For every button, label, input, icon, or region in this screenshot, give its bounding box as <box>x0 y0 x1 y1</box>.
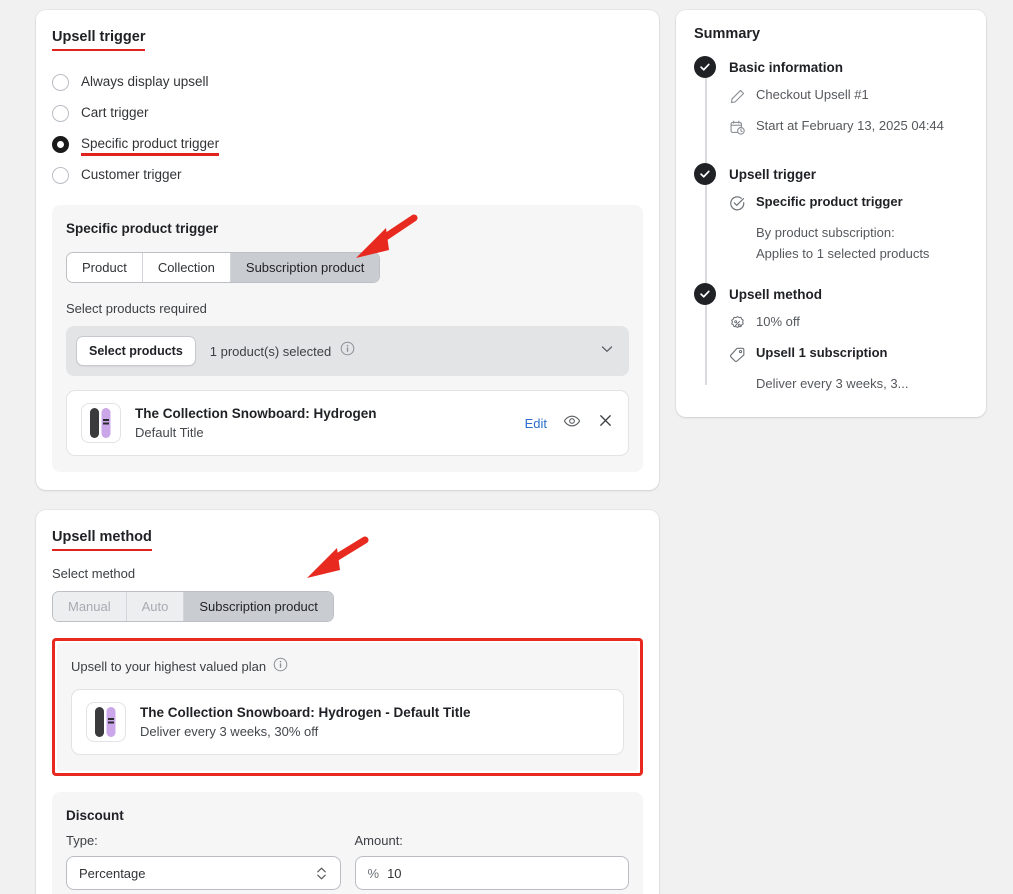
summary-group-label: Upsell trigger <box>729 167 816 182</box>
upsell-trigger-card: Upsell trigger Always display upsell Car… <box>36 10 659 490</box>
calendar-clock-icon <box>729 119 747 141</box>
radio-option-always-display-upsell[interactable]: Always display upsell <box>52 68 643 96</box>
select-chevron-icon[interactable] <box>315 865 328 882</box>
chevron-down-icon[interactable] <box>599 341 615 362</box>
discount-type-field: Type: Percentage <box>66 833 341 890</box>
summary-row-text: Start at February 13, 2025 04:44 <box>756 118 944 133</box>
selected-product-row: The Collection Snowboard: Hydrogen Defau… <box>66 390 629 456</box>
product-thumbnail <box>81 403 121 443</box>
radio-indicator-selected[interactable] <box>52 136 69 153</box>
edit-product-link[interactable]: Edit <box>525 416 547 431</box>
product-text-block: The Collection Snowboard: Hydrogen Defau… <box>135 406 525 440</box>
highest-valued-plan-highlight: Upsell to your highest valued plan <box>52 638 643 776</box>
tab-manual[interactable]: Manual <box>53 592 127 621</box>
summary-group-upsell-trigger: Upsell trigger Specific produ <box>694 163 968 261</box>
discount-type-value: Percentage <box>79 866 146 881</box>
summary-row-text: Specific product trigger <box>756 194 903 209</box>
pencil-icon <box>729 88 747 110</box>
discount-badge-icon <box>729 315 747 337</box>
discount-amount-value: 10 <box>387 866 401 881</box>
summary-row: Upsell 1 subscription <box>729 345 968 368</box>
summary-group-basic-information: Basic information Checkout Upsell #1 <box>694 56 968 141</box>
panel-title: Specific product trigger <box>66 221 629 236</box>
radio-label: Always display upsell <box>81 74 209 91</box>
radio-option-specific-product-trigger[interactable]: Specific product trigger <box>52 130 643 158</box>
specific-product-trigger-panel: Specific product trigger Product Collect… <box>52 205 643 472</box>
plan-text-block: The Collection Snowboard: Hydrogen - Def… <box>140 705 609 739</box>
summary-row: Checkout Upsell #1 <box>729 87 968 110</box>
summary-row-text: Upsell 1 subscription <box>756 345 887 360</box>
radio-indicator[interactable] <box>52 167 69 184</box>
plan-details: Deliver every 3 weeks, 30% off <box>140 724 609 739</box>
tab-collection[interactable]: Collection <box>143 253 231 282</box>
summary-detail-text: By product subscription: <box>756 225 968 240</box>
check-circle-filled-icon <box>694 283 716 305</box>
discount-fields: Type: Percentage <box>66 833 629 890</box>
radio-indicator[interactable] <box>52 105 69 122</box>
radio-label: Cart trigger <box>81 105 149 122</box>
discount-title: Discount <box>66 808 629 823</box>
upsell-method-title: Upsell method <box>52 529 152 548</box>
check-circle-filled-icon <box>694 56 716 78</box>
remove-close-icon[interactable] <box>597 412 614 434</box>
select-products-button[interactable]: Select products <box>76 336 196 366</box>
select-products-bar[interactable]: Select products 1 product(s) selected <box>66 326 629 376</box>
page-root: Upsell trigger Always display upsell Car… <box>0 0 1013 894</box>
summary-row: 10% off <box>729 314 968 337</box>
plan-thumbnail <box>86 702 126 742</box>
percent-prefix: % <box>368 866 380 881</box>
plan-name: The Collection Snowboard: Hydrogen - Def… <box>140 705 609 720</box>
discount-panel: Discount Type: Percentage <box>52 792 643 894</box>
select-products-required-label: Select products required <box>66 301 629 316</box>
product-row-actions: Edit <box>525 412 614 435</box>
radio-label: Specific product trigger <box>81 136 219 153</box>
upsell-trigger-title: Upsell trigger <box>52 29 145 48</box>
summary-group-upsell-method: Upsell method <box>694 283 968 391</box>
summary-column: Summary Basic information <box>676 10 986 437</box>
summary-detail-text: Applies to 1 selected products <box>756 246 968 261</box>
discount-amount-field: Amount: % 10 <box>355 833 630 890</box>
upsell-trigger-radio-group: Always display upsell Cart trigger Speci… <box>52 68 643 189</box>
info-icon[interactable] <box>340 341 355 361</box>
radio-label: Customer trigger <box>81 167 182 184</box>
highest-valued-plan-label-row: Upsell to your highest valued plan <box>71 657 624 675</box>
info-icon[interactable] <box>273 657 288 675</box>
upsell-plan-row: The Collection Snowboard: Hydrogen - Def… <box>71 689 624 755</box>
upsell-method-card: Upsell method Select method Manual Auto … <box>36 510 659 894</box>
discount-type-select[interactable]: Percentage <box>66 856 341 890</box>
summary-row-text: Checkout Upsell #1 <box>756 87 869 102</box>
selected-count-text: 1 product(s) selected <box>210 344 331 359</box>
tab-auto[interactable]: Auto <box>127 592 185 621</box>
product-name: The Collection Snowboard: Hydrogen <box>135 406 525 421</box>
select-method-label: Select method <box>52 566 643 581</box>
discount-type-label: Type: <box>66 833 341 848</box>
preview-eye-icon[interactable] <box>563 412 581 435</box>
upsell-method-segmented-control: Manual Auto Subscription product <box>52 591 334 622</box>
summary-row-text: 10% off <box>756 314 800 329</box>
summary-detail-text: Deliver every 3 weeks, 3... <box>756 376 968 391</box>
summary-row: Specific product trigger <box>729 194 968 217</box>
tab-subscription-product[interactable]: Subscription product <box>231 253 380 282</box>
tab-product[interactable]: Product <box>67 253 143 282</box>
highest-valued-plan-label: Upsell to your highest valued plan <box>71 659 266 674</box>
radio-option-customer-trigger[interactable]: Customer trigger <box>52 161 643 189</box>
summary-card: Summary Basic information <box>676 10 986 417</box>
check-circle-filled-icon <box>694 163 716 185</box>
tab-method-subscription-product[interactable]: Subscription product <box>184 592 333 621</box>
main-column: Upsell trigger Always display upsell Car… <box>36 10 659 894</box>
radio-indicator[interactable] <box>52 74 69 91</box>
summary-title: Summary <box>694 26 968 42</box>
trigger-type-segmented-control: Product Collection Subscription product <box>66 252 380 283</box>
radio-option-cart-trigger[interactable]: Cart trigger <box>52 99 643 127</box>
summary-group-label: Upsell method <box>729 287 822 302</box>
summary-group-label: Basic information <box>729 60 843 75</box>
tag-icon <box>729 346 747 368</box>
summary-timeline: Basic information Checkout Upsell #1 <box>694 56 968 391</box>
discount-amount-label: Amount: <box>355 833 630 848</box>
check-circle-icon <box>729 195 747 217</box>
discount-amount-input[interactable]: % 10 <box>355 856 630 890</box>
product-variant: Default Title <box>135 425 525 440</box>
summary-row: Start at February 13, 2025 04:44 <box>729 118 968 141</box>
